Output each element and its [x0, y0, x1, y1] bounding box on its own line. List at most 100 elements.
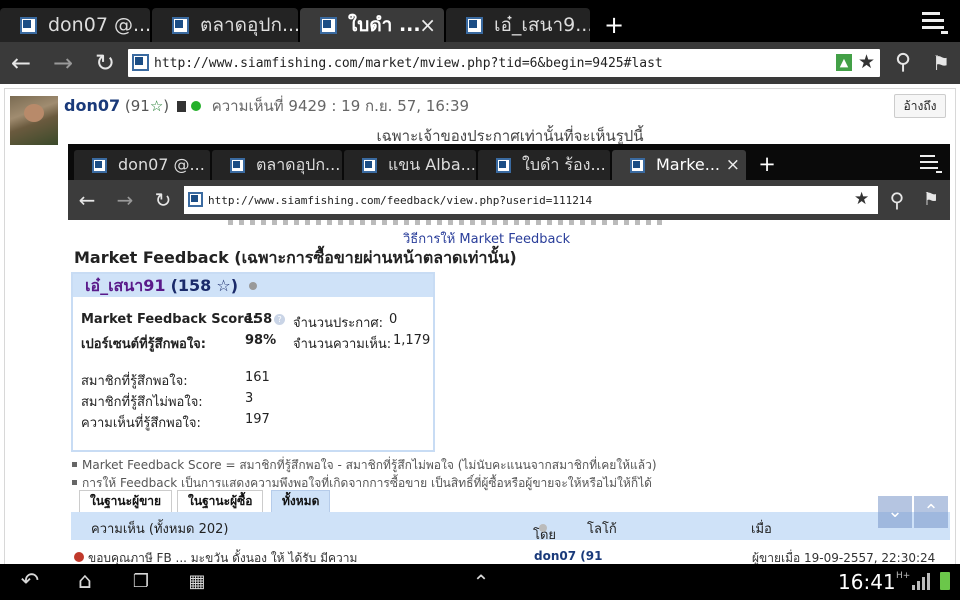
new-tab-button[interactable]: + — [596, 10, 632, 40]
tab-title: เอ๋_เสนา9... — [494, 14, 590, 36]
star-icon: ★ — [854, 189, 870, 209]
close-tab-icon[interactable]: × — [419, 8, 436, 42]
tab-don07[interactable]: don07 @... — [0, 8, 150, 42]
back-icon: ← — [78, 188, 96, 212]
web-page: don07 (91☆) ความเห็นที่ 9429 : 19 ก.ย. 5… — [0, 84, 960, 564]
when-column: เมื่อ — [751, 522, 772, 537]
reload-icon: ↻ — [154, 188, 172, 212]
user-score-close: ) — [163, 97, 170, 115]
star-icon: ☆ — [216, 276, 231, 295]
feedback-list-header: ความเห็น (ทั้งหมด 202) โดย โลโก้ เมื่อ — [71, 512, 950, 543]
row-comment: ขอบคุณภาษี FB ... มะขวัน ดั้งนอง ให้ ได้… — [88, 551, 358, 564]
comments-label: จำนวนความเห็น: — [293, 337, 392, 352]
inner-toolbar: ← → ↻ ★ ⚲ ⚑ — [68, 180, 950, 220]
quote-button[interactable]: อ้างถึง — [894, 94, 946, 118]
username-link[interactable]: don07 — [64, 96, 120, 115]
tab-title: ใบดำ ... — [348, 14, 421, 36]
inner-tab-strip: don07 @... ตลาดอุปก... แขน Alba... ใบดำ … — [68, 144, 950, 180]
site-favicon-icon — [172, 17, 189, 34]
comments-value: 1,179 — [393, 333, 431, 348]
table-row: ขอบคุณภาษี FB ... มะขวัน ดั้งนอง ให้ ได้… — [74, 544, 944, 564]
site-favicon-icon — [320, 17, 337, 34]
url-input[interactable] — [154, 49, 814, 77]
user-score: (91 — [124, 97, 150, 115]
inner-tab-market-feedback: Marke... × — [612, 150, 746, 180]
clock: 16:41 — [838, 570, 896, 594]
forward-icon: → — [116, 188, 134, 212]
comments-column: ความเห็น (ทั้งหมด 202) — [91, 522, 229, 537]
star-icon[interactable]: ★ — [858, 51, 875, 73]
star-icon: ☆ — [149, 97, 164, 115]
sat-comments-value: 197 — [245, 412, 270, 427]
screenshot-icon[interactable]: ▦ — [182, 568, 212, 596]
bookmarks-icon: ⚑ — [922, 189, 940, 210]
feedback-score-head-close: ) — [230, 276, 239, 295]
cut-off-text — [228, 220, 668, 225]
sat-comments-label: ความเห็นที่รู้สึกพอใจ: — [81, 416, 201, 431]
menu-icon — [920, 155, 942, 173]
inner-tab-title: Marke... — [656, 155, 720, 174]
help-icon: ? — [274, 314, 286, 325]
search-icon[interactable]: ⚲ — [888, 48, 918, 78]
menu-icon[interactable] — [922, 12, 948, 34]
feedback-username: เอ๋_เสนา91 — [85, 276, 166, 295]
site-favicon-icon — [362, 158, 377, 173]
market-feedback-title: Market Feedback (เฉพาะการซื้อขายผ่านหน้า… — [74, 248, 517, 267]
tab-as-seller: ในฐานะผู้ขาย — [79, 490, 173, 512]
chevron-up-icon[interactable]: ⌃ — [466, 568, 496, 596]
site-favicon-icon — [188, 192, 203, 207]
back-nav-icon[interactable]: ↶ — [16, 568, 44, 596]
signal-icon — [912, 572, 934, 590]
close-tab-icon: × — [725, 155, 740, 175]
tab-market[interactable]: ตลาดอุปก... — [152, 8, 298, 42]
online-status-icon — [190, 101, 201, 111]
inner-tab-blacklist: ใบดำ ร้อง... — [478, 150, 610, 180]
site-favicon-icon — [132, 54, 149, 71]
score-value: 158? — [245, 312, 286, 327]
tab-strip: don07 @... ตลาดอุปก... ใบดำ ... × เอ๋_เส… — [0, 0, 960, 42]
extension-icon[interactable]: ▲ — [836, 54, 852, 71]
unsatisfied-label: สมาชิกที่รู้สึกไม่พอใจ: — [81, 395, 203, 410]
bookmarks-icon[interactable]: ⚑ — [926, 48, 956, 78]
percent-value: 98% — [245, 333, 277, 348]
reload-icon[interactable]: ↻ — [90, 48, 120, 78]
row-by: don07 (91 — [534, 549, 603, 563]
offline-status-icon — [249, 282, 258, 290]
row-when: ผู้ขายเมื่อ 19-09-2557, 22:30:24 — [752, 551, 936, 564]
inner-url-text — [208, 186, 828, 214]
site-favicon-icon — [92, 158, 107, 173]
inner-tab-don07: don07 @... — [74, 150, 210, 180]
forward-icon[interactable]: → — [48, 48, 78, 78]
address-bar[interactable]: ▲ ★ — [128, 49, 880, 77]
search-icon: ⚲ — [889, 188, 905, 212]
tab-title: don07 @... — [48, 14, 150, 36]
recent-apps-icon[interactable]: ❐ — [126, 568, 156, 596]
site-favicon-icon — [496, 158, 511, 173]
logo-column: โลโก้ — [587, 522, 617, 537]
tab-all: ทั้งหมด — [271, 490, 331, 512]
tab-title: ตลาดอุปก... — [200, 14, 298, 36]
tab-user[interactable]: เอ๋_เสนา9... — [446, 8, 590, 42]
tab-blacklist-active[interactable]: ใบดำ ... × — [300, 8, 444, 42]
score-label: Market Feedback Score: — [81, 312, 258, 327]
feedback-score-head: (158 — [170, 276, 212, 295]
back-icon[interactable]: ← — [6, 48, 36, 78]
feedback-header: เอ๋_เสนา91 (158 ☆) — [73, 274, 433, 297]
inner-new-tab-icon: + — [758, 152, 776, 176]
negative-icon — [74, 552, 84, 562]
battery-icon — [940, 572, 950, 590]
comment-header: don07 (91☆) ความเห็นที่ 9429 : 19 ก.ย. 5… — [64, 94, 469, 118]
chevron-down-icon: ⌄ — [878, 496, 912, 528]
site-favicon-icon — [630, 158, 645, 173]
system-navbar: ↶ ⌂ ❐ ▦ ⌃ 16:41 H+ — [0, 564, 960, 600]
comment-meta: ความเห็นที่ 9429 : 19 ก.ย. 57, 16:39 — [211, 97, 470, 115]
feedback-view-tabs: ในฐานะผู้ขาย ในฐานะผู้ซื้อ ทั้งหมด — [71, 490, 911, 512]
inner-tab-title: ใบดำ ร้อง... — [522, 155, 606, 174]
inner-tab-market: ตลาดอุปก... — [212, 150, 342, 180]
site-favicon-icon — [20, 17, 37, 34]
sort-icon — [539, 524, 547, 532]
inner-tab-title: แขน Alba... — [388, 155, 476, 174]
home-icon[interactable]: ⌂ — [70, 568, 100, 596]
book-icon — [176, 101, 186, 112]
network-type: H+ — [896, 571, 911, 581]
